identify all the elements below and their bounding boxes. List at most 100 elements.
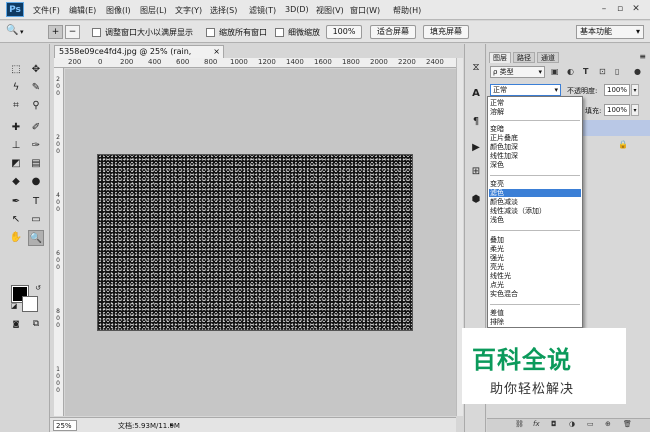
3d-panel-icon[interactable]: ⬢ <box>468 192 484 208</box>
shape-tool-icon[interactable]: ▭ <box>28 212 44 228</box>
delete-layer-icon[interactable]: 🗑 <box>623 420 632 428</box>
opacity-slider-icon[interactable]: ▾ <box>631 84 639 96</box>
blend-option[interactable]: 变亮 <box>490 181 504 188</box>
zoom-out-button[interactable]: − <box>65 25 80 39</box>
menu-type[interactable]: 文字(Y) <box>175 5 202 16</box>
blend-option[interactable]: 溶解 <box>490 109 504 116</box>
eyedropper-tool-icon[interactable]: ⚲ <box>28 98 44 114</box>
blend-option[interactable]: 线性光 <box>490 273 511 280</box>
hand-tool-icon[interactable]: ✋ <box>8 230 24 246</box>
blend-option[interactable]: 强光 <box>490 255 504 262</box>
close-tab-icon[interactable]: × <box>213 46 220 58</box>
new-group-icon[interactable]: ▭ <box>587 420 594 428</box>
fill-slider-icon[interactable]: ▾ <box>631 104 639 116</box>
minimize-icon[interactable]: – <box>598 3 610 15</box>
tab-layers[interactable]: 图层 <box>489 52 511 63</box>
history-brush-tool-icon[interactable]: ✑ <box>28 138 44 154</box>
history-panel-icon[interactable]: ⧖ <box>468 60 484 76</box>
blend-option[interactable]: 浅色 <box>490 217 504 224</box>
path-select-tool-icon[interactable]: ↖ <box>8 212 24 228</box>
zoom-level-field[interactable]: 25% <box>53 420 77 431</box>
blend-option[interactable]: 亮光 <box>490 264 504 271</box>
blend-option[interactable]: 正片叠底 <box>490 135 518 142</box>
zoom-tool-icon[interactable]: 🔍 <box>6 25 18 39</box>
add-mask-icon[interactable]: ◘ <box>551 420 557 428</box>
new-layer-icon[interactable]: ⊕ <box>605 420 611 428</box>
screen-mode-icon[interactable]: ⧉ <box>28 316 44 332</box>
blend-option[interactable]: 颜色减淡 <box>490 199 518 206</box>
tool-preset-chevron-icon[interactable]: ▾ <box>20 28 24 42</box>
paragraph-panel-icon[interactable]: ¶ <box>468 114 484 130</box>
default-colors-icon[interactable]: ◪ <box>6 298 22 314</box>
layer-kind-filter[interactable]: ρ 类型 ▾ <box>490 66 545 78</box>
zoom-in-button[interactable]: + <box>48 25 63 39</box>
blend-option-highlighted[interactable]: 滤色 <box>490 190 504 197</box>
blend-mode-select[interactable]: 正常 ▾ <box>490 84 561 96</box>
menu-filter[interactable]: 滤镜(T) <box>249 5 276 16</box>
adjustment-filter-icon[interactable]: ◐ <box>567 67 574 76</box>
move-tool-icon[interactable]: ✥ <box>28 62 44 78</box>
navigator-panel-icon[interactable]: ⊞ <box>468 164 484 180</box>
smart-object-filter-icon[interactable]: ▯ <box>615 67 619 76</box>
menu-window[interactable]: 窗口(W) <box>350 5 380 16</box>
blend-option[interactable]: 线性减淡（添加） <box>490 208 546 215</box>
status-arrow-icon[interactable]: ▸ <box>170 421 174 429</box>
type-tool-icon[interactable]: T <box>28 194 44 210</box>
blend-option[interactable]: 排除 <box>490 319 504 326</box>
menu-edit[interactable]: 编辑(E) <box>69 5 96 16</box>
menu-file[interactable]: 文件(F) <box>33 5 60 16</box>
resize-windows-checkbox[interactable] <box>92 28 101 37</box>
menu-image[interactable]: 图像(I) <box>106 5 131 16</box>
eraser-tool-icon[interactable]: ◩ <box>8 156 24 172</box>
blend-option[interactable]: 柔光 <box>490 246 504 253</box>
actual-pixels-button[interactable]: 100% <box>326 25 362 39</box>
tab-channels[interactable]: 通道 <box>537 52 559 63</box>
layer-style-icon[interactable]: fx <box>533 420 540 428</box>
blend-option[interactable]: 颜色加深 <box>490 144 518 151</box>
scrubby-zoom-checkbox[interactable] <box>275 28 284 37</box>
character-panel-icon[interactable]: A <box>468 86 484 102</box>
fill-field[interactable]: 100% <box>604 104 630 116</box>
fit-screen-button[interactable]: 适合屏幕 <box>370 25 416 39</box>
lasso-tool-icon[interactable]: ϟ <box>8 80 24 96</box>
link-layers-icon[interactable]: ⛓ <box>515 420 524 428</box>
menu-help[interactable]: 帮助(H) <box>393 5 421 16</box>
panel-menu-icon[interactable]: ≡ <box>639 52 646 61</box>
menu-3d[interactable]: 3D(D) <box>285 5 309 14</box>
blend-option[interactable]: 深色 <box>490 162 504 169</box>
background-color-swatch[interactable] <box>22 296 38 312</box>
healing-brush-tool-icon[interactable]: ✚ <box>8 120 24 136</box>
zoom-all-checkbox[interactable] <box>206 28 215 37</box>
filter-toggle-icon[interactable]: ● <box>634 67 641 76</box>
quick-mask-icon[interactable]: ◙ <box>8 316 24 332</box>
blend-option[interactable]: 差值 <box>490 310 504 317</box>
pen-tool-icon[interactable]: ✒ <box>8 194 24 210</box>
blend-option[interactable]: 正常 <box>490 100 504 107</box>
opacity-field[interactable]: 100% <box>604 84 630 96</box>
blend-option[interactable]: 实色混合 <box>490 291 518 298</box>
adjustment-layer-icon[interactable]: ◑ <box>569 420 575 428</box>
dodge-tool-icon[interactable]: ● <box>28 174 44 190</box>
menu-layer[interactable]: 图层(L) <box>140 5 167 16</box>
clone-stamp-tool-icon[interactable]: ⊥ <box>8 138 24 154</box>
blend-option[interactable]: 点光 <box>490 282 504 289</box>
blend-option[interactable]: 变暗 <box>490 126 504 133</box>
gradient-tool-icon[interactable]: ▤ <box>28 156 44 172</box>
type-filter-icon[interactable]: T <box>583 67 588 76</box>
restore-icon[interactable]: ▫ <box>614 3 626 15</box>
blend-option[interactable]: 线性加深 <box>490 153 518 160</box>
blend-option[interactable]: 叠加 <box>490 237 504 244</box>
pixel-filter-icon[interactable]: ▣ <box>551 67 559 76</box>
quick-select-tool-icon[interactable]: ✎ <box>28 80 44 96</box>
swap-colors-icon[interactable]: ↺ <box>30 280 46 296</box>
shape-filter-icon[interactable]: ⊡ <box>599 67 606 76</box>
tab-paths[interactable]: 路径 <box>513 52 535 63</box>
crop-tool-icon[interactable]: ⌗ <box>8 98 24 114</box>
zoom-tool-selected-icon[interactable]: 🔍 <box>28 230 44 246</box>
fill-screen-button[interactable]: 填充屏幕 <box>423 25 469 39</box>
blur-tool-icon[interactable]: ◆ <box>8 174 24 190</box>
document-tab[interactable]: 5358e09ce4fd4.jpg @ 25% (rain, RGB/8#) *… <box>54 45 224 68</box>
menu-select[interactable]: 选择(S) <box>210 5 237 16</box>
actions-panel-icon[interactable]: ▶ <box>468 140 484 156</box>
marquee-tool-icon[interactable]: ⬚ <box>8 62 24 78</box>
